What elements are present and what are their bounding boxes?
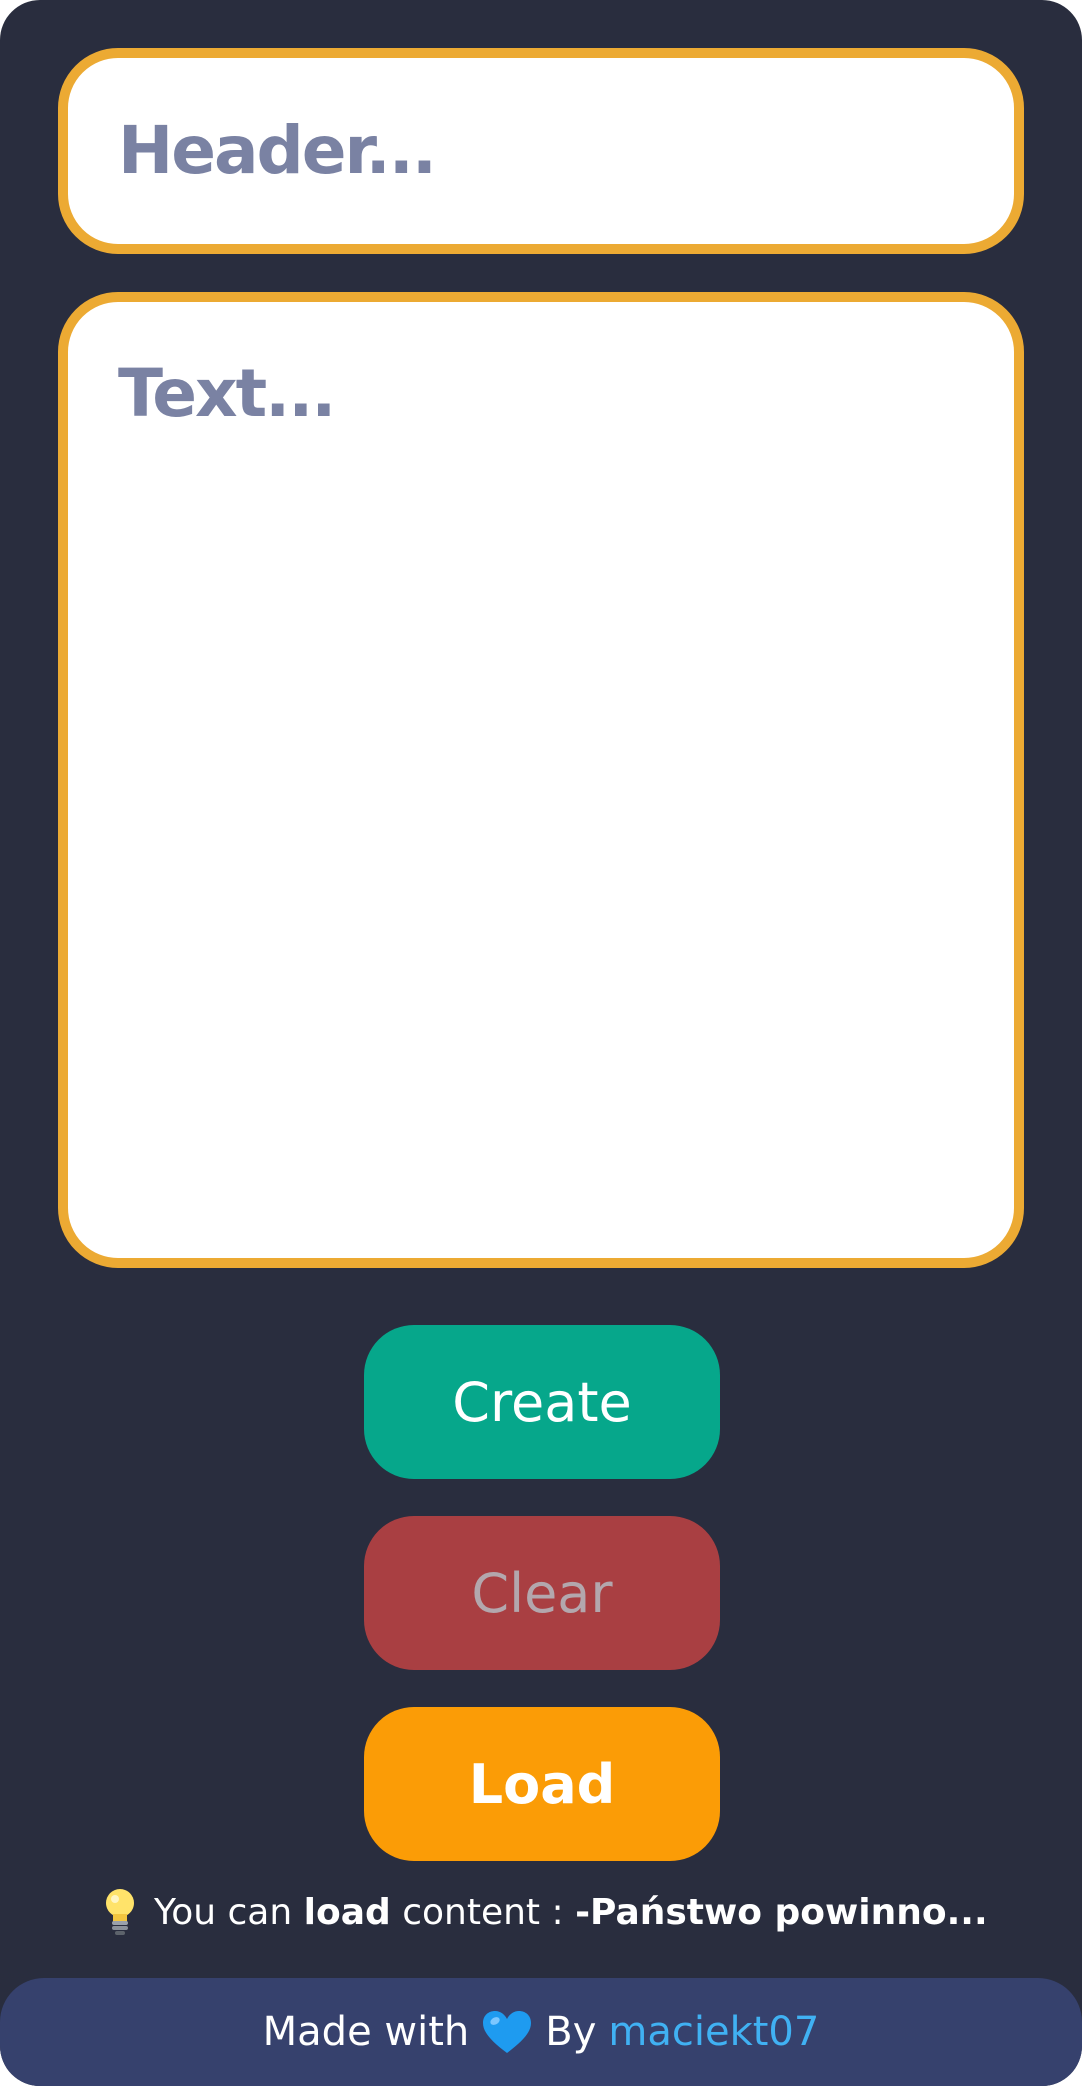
hint-preview[interactable]: -Państwo powinno...: [575, 1892, 988, 1933]
header-input[interactable]: [118, 100, 978, 200]
text-input[interactable]: [118, 354, 978, 1214]
blue-heart-icon: [483, 2011, 532, 2053]
hint-middle: content :: [402, 1891, 564, 1933]
app-container: Create Clear Load You can load content :…: [0, 0, 1082, 2086]
author-link[interactable]: maciekt07: [608, 2009, 819, 2055]
text-field-box: [58, 292, 1024, 1268]
clear-button[interactable]: Clear: [364, 1516, 720, 1670]
footer-by: By: [545, 2009, 597, 2055]
load-button[interactable]: Load: [364, 1707, 720, 1861]
hint-emphasis: load: [303, 1891, 391, 1933]
footer-made-with: Made with: [262, 2009, 470, 2055]
create-button[interactable]: Create: [364, 1325, 720, 1479]
footer: Made with By maciekt07: [0, 1978, 1082, 2086]
header-field-box: [58, 48, 1024, 254]
load-hint: You can load content : -Państwo powinno.…: [104, 1882, 1004, 1942]
lightbulb-icon: [106, 1889, 134, 1935]
hint-prefix: You can: [154, 1891, 293, 1933]
